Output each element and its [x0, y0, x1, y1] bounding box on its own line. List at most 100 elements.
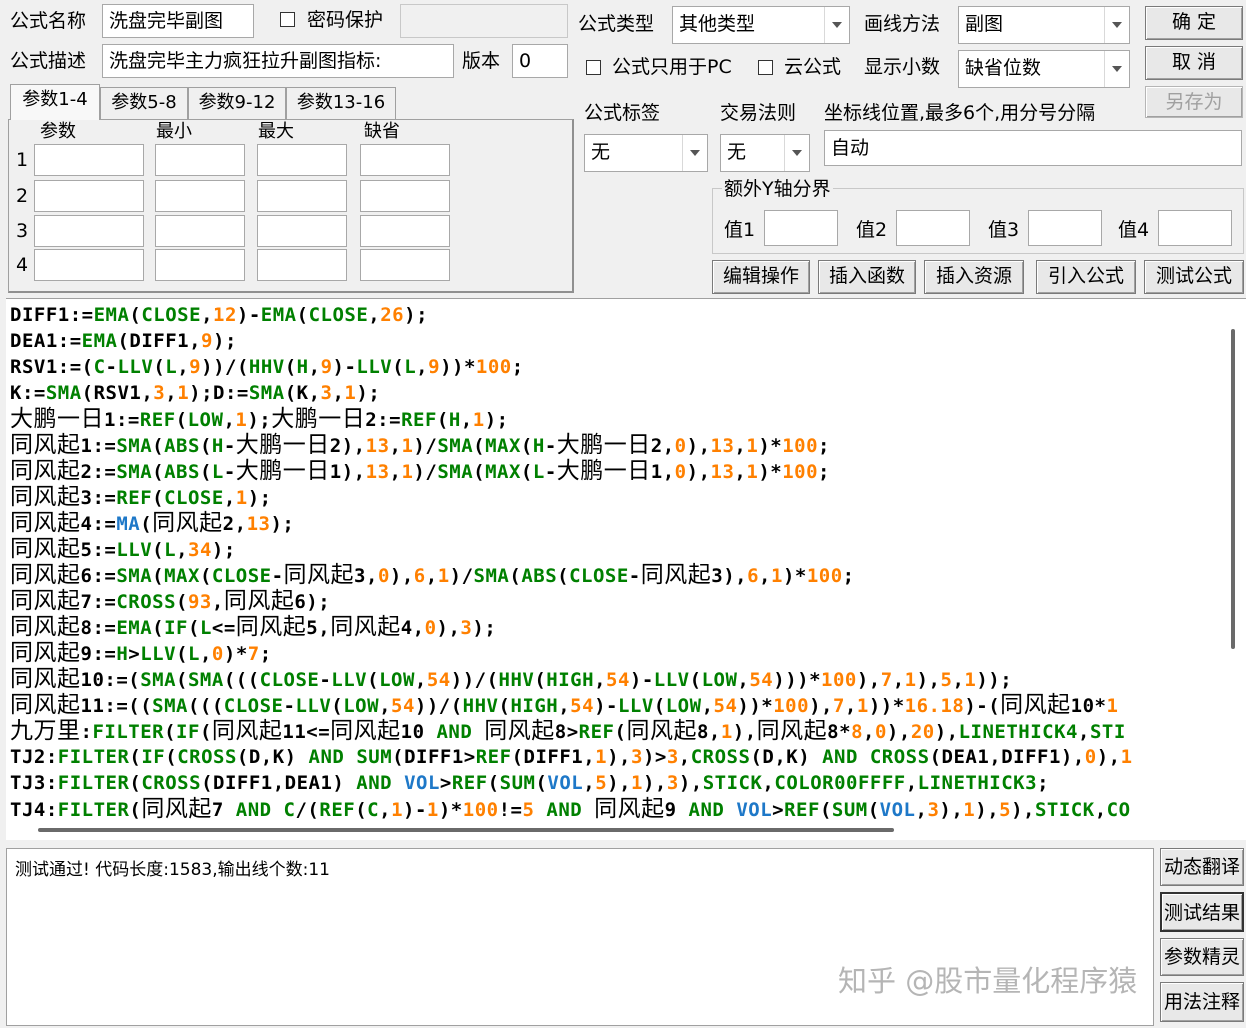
ok-button[interactable]: 确 定 — [1145, 6, 1243, 40]
code-token: CO — [1106, 799, 1131, 821]
formula-desc-input[interactable]: 洗盘完毕主力疯狂拉升副图指标: — [102, 44, 454, 78]
code-token: )* — [223, 643, 248, 665]
param-name-input[interactable] — [34, 180, 144, 212]
code-token: ( — [199, 435, 212, 457]
code-token: CLOSE — [308, 304, 369, 326]
code-token: LLV — [116, 539, 153, 561]
code-line: 同风起3:=REF(CLOSE,1); — [10, 484, 272, 511]
code-token: )- — [629, 669, 654, 691]
param-default-input[interactable] — [360, 215, 450, 247]
test-result-button[interactable]: 测试结果 — [1160, 892, 1244, 932]
code-token: CLOSE — [259, 669, 320, 691]
code-token: 9 — [189, 356, 202, 378]
save-as-button[interactable]: 另存为 — [1145, 86, 1243, 118]
param-max-input[interactable] — [257, 249, 347, 281]
usage-note-button[interactable]: 用法注释 — [1160, 982, 1244, 1022]
param-default-input[interactable] — [360, 144, 450, 176]
cloud-checkbox[interactable] — [758, 60, 773, 75]
code-token: 同风起 — [626, 718, 697, 744]
code-token: (K, — [284, 382, 321, 404]
pc-only-checkbox[interactable] — [586, 60, 601, 75]
code-line: 同风起5:=LLV(L,34); — [10, 536, 236, 563]
param-default-input[interactable] — [360, 249, 450, 281]
code-token: ), — [686, 461, 711, 483]
formula-type-select[interactable]: 其他类型 — [672, 6, 850, 44]
code-token: FILTER — [57, 772, 130, 794]
code-token: HIGH — [510, 695, 559, 717]
code-token: AND — [688, 799, 725, 821]
password-input[interactable] — [400, 4, 568, 38]
code-token: ))/( — [450, 669, 499, 691]
cancel-button[interactable]: 取 消 — [1145, 46, 1243, 80]
param-wizard-button[interactable]: 参数精灵 — [1160, 938, 1244, 976]
y-value-3-input[interactable] — [1028, 210, 1102, 246]
code-token: , — [915, 799, 928, 821]
param-max-input[interactable] — [257, 215, 347, 247]
code-line: 同风起7:=CROSS(93,同风起6); — [10, 588, 330, 615]
code-line: 同风起11:=((SMA(((CLOSE-LLV(LOW,54))/(HHV(H… — [10, 692, 1118, 719]
formula-name-input[interactable]: 洗盘完毕副图 — [102, 4, 254, 38]
tab-params-1-4[interactable]: 参数1-4 — [10, 84, 100, 120]
tab-params-5-8[interactable]: 参数5-8 — [100, 87, 188, 119]
param-min-input[interactable] — [155, 249, 245, 281]
code-token: ), — [732, 721, 757, 743]
code-token: 1 — [631, 772, 643, 794]
dynamic-translate-button[interactable]: 动态翻译 — [1160, 848, 1244, 886]
code-token: 同风起 — [1000, 692, 1071, 718]
code-editor[interactable]: DIFF1:=EMA(CLOSE,12)-EMA(CLOSE,26); DEA1:… — [6, 298, 1246, 827]
tag-select[interactable]: 无 — [584, 134, 708, 172]
axis-line-label: 坐标线位置,最多6个,用分号分隔 — [824, 102, 1096, 124]
tab-params-13-16[interactable]: 参数13-16 — [286, 87, 396, 119]
code-token: TJ4: — [10, 799, 58, 821]
y-value-2-input[interactable] — [896, 210, 970, 246]
code-token: C — [367, 799, 380, 821]
edit-operation-button[interactable]: 编辑操作 — [712, 260, 810, 294]
code-token: 1 — [235, 409, 248, 431]
version-label: 版本 — [462, 50, 501, 72]
code-token: 3 — [630, 746, 643, 768]
code-line: 同风起8:=EMA(IF(L<=同风起5,同风起4,0),3); — [10, 614, 496, 641]
param-max-input[interactable] — [257, 180, 347, 212]
version-input[interactable]: 0 — [512, 44, 568, 78]
draw-method-select[interactable]: 副图 — [958, 6, 1130, 44]
test-formula-button[interactable]: 测试公式 — [1144, 260, 1244, 294]
param-min-input[interactable] — [155, 180, 245, 212]
horizontal-scrollbar-thumb[interactable] — [38, 828, 894, 832]
code-token: ), — [686, 435, 711, 457]
vertical-scrollbar[interactable] — [1231, 329, 1235, 649]
code-token: 同风起 — [10, 484, 81, 510]
code-token: )* — [782, 565, 807, 587]
code-token: ( — [296, 304, 309, 326]
param-default-input[interactable] — [360, 180, 450, 212]
code-token: 7 — [832, 695, 845, 717]
param-name-input[interactable] — [34, 249, 144, 281]
param-min-input[interactable] — [155, 144, 245, 176]
code-token: 同风起 — [152, 510, 223, 536]
code-token: 7 — [211, 799, 236, 821]
password-checkbox[interactable] — [280, 12, 295, 27]
code-token: 5 — [522, 799, 535, 821]
insert-resource-button[interactable]: 插入资源 — [924, 260, 1024, 294]
y-value-4-label: 值4 — [1118, 219, 1150, 241]
y-value-4-input[interactable] — [1158, 210, 1232, 246]
param-name-input[interactable] — [34, 144, 144, 176]
code-token: , — [416, 356, 429, 378]
y-value-1-input[interactable] — [764, 210, 838, 246]
code-token: , — [594, 669, 607, 691]
param-max-input[interactable] — [257, 144, 347, 176]
trade-rule-select[interactable]: 无 — [720, 134, 810, 172]
code-token: : — [80, 721, 93, 743]
decimal-select[interactable]: 缺省位数 — [958, 50, 1130, 88]
code-token: LOW — [665, 695, 702, 717]
code-line: 同风起9:=H>LLV(L,0)*7; — [10, 640, 272, 667]
code-token: 1 — [401, 435, 414, 457]
tab-params-9-12[interactable]: 参数9-12 — [188, 87, 286, 119]
param-name-input[interactable] — [34, 215, 144, 247]
code-token: 4, — [400, 617, 425, 639]
import-formula-button[interactable]: 引入公式 — [1036, 260, 1136, 294]
param-min-input[interactable] — [155, 215, 245, 247]
code-token: )> — [642, 746, 667, 768]
code-token: AND — [235, 799, 272, 821]
axis-line-input[interactable]: 自动 — [824, 130, 1242, 166]
insert-function-button[interactable]: 插入函数 — [818, 260, 916, 294]
